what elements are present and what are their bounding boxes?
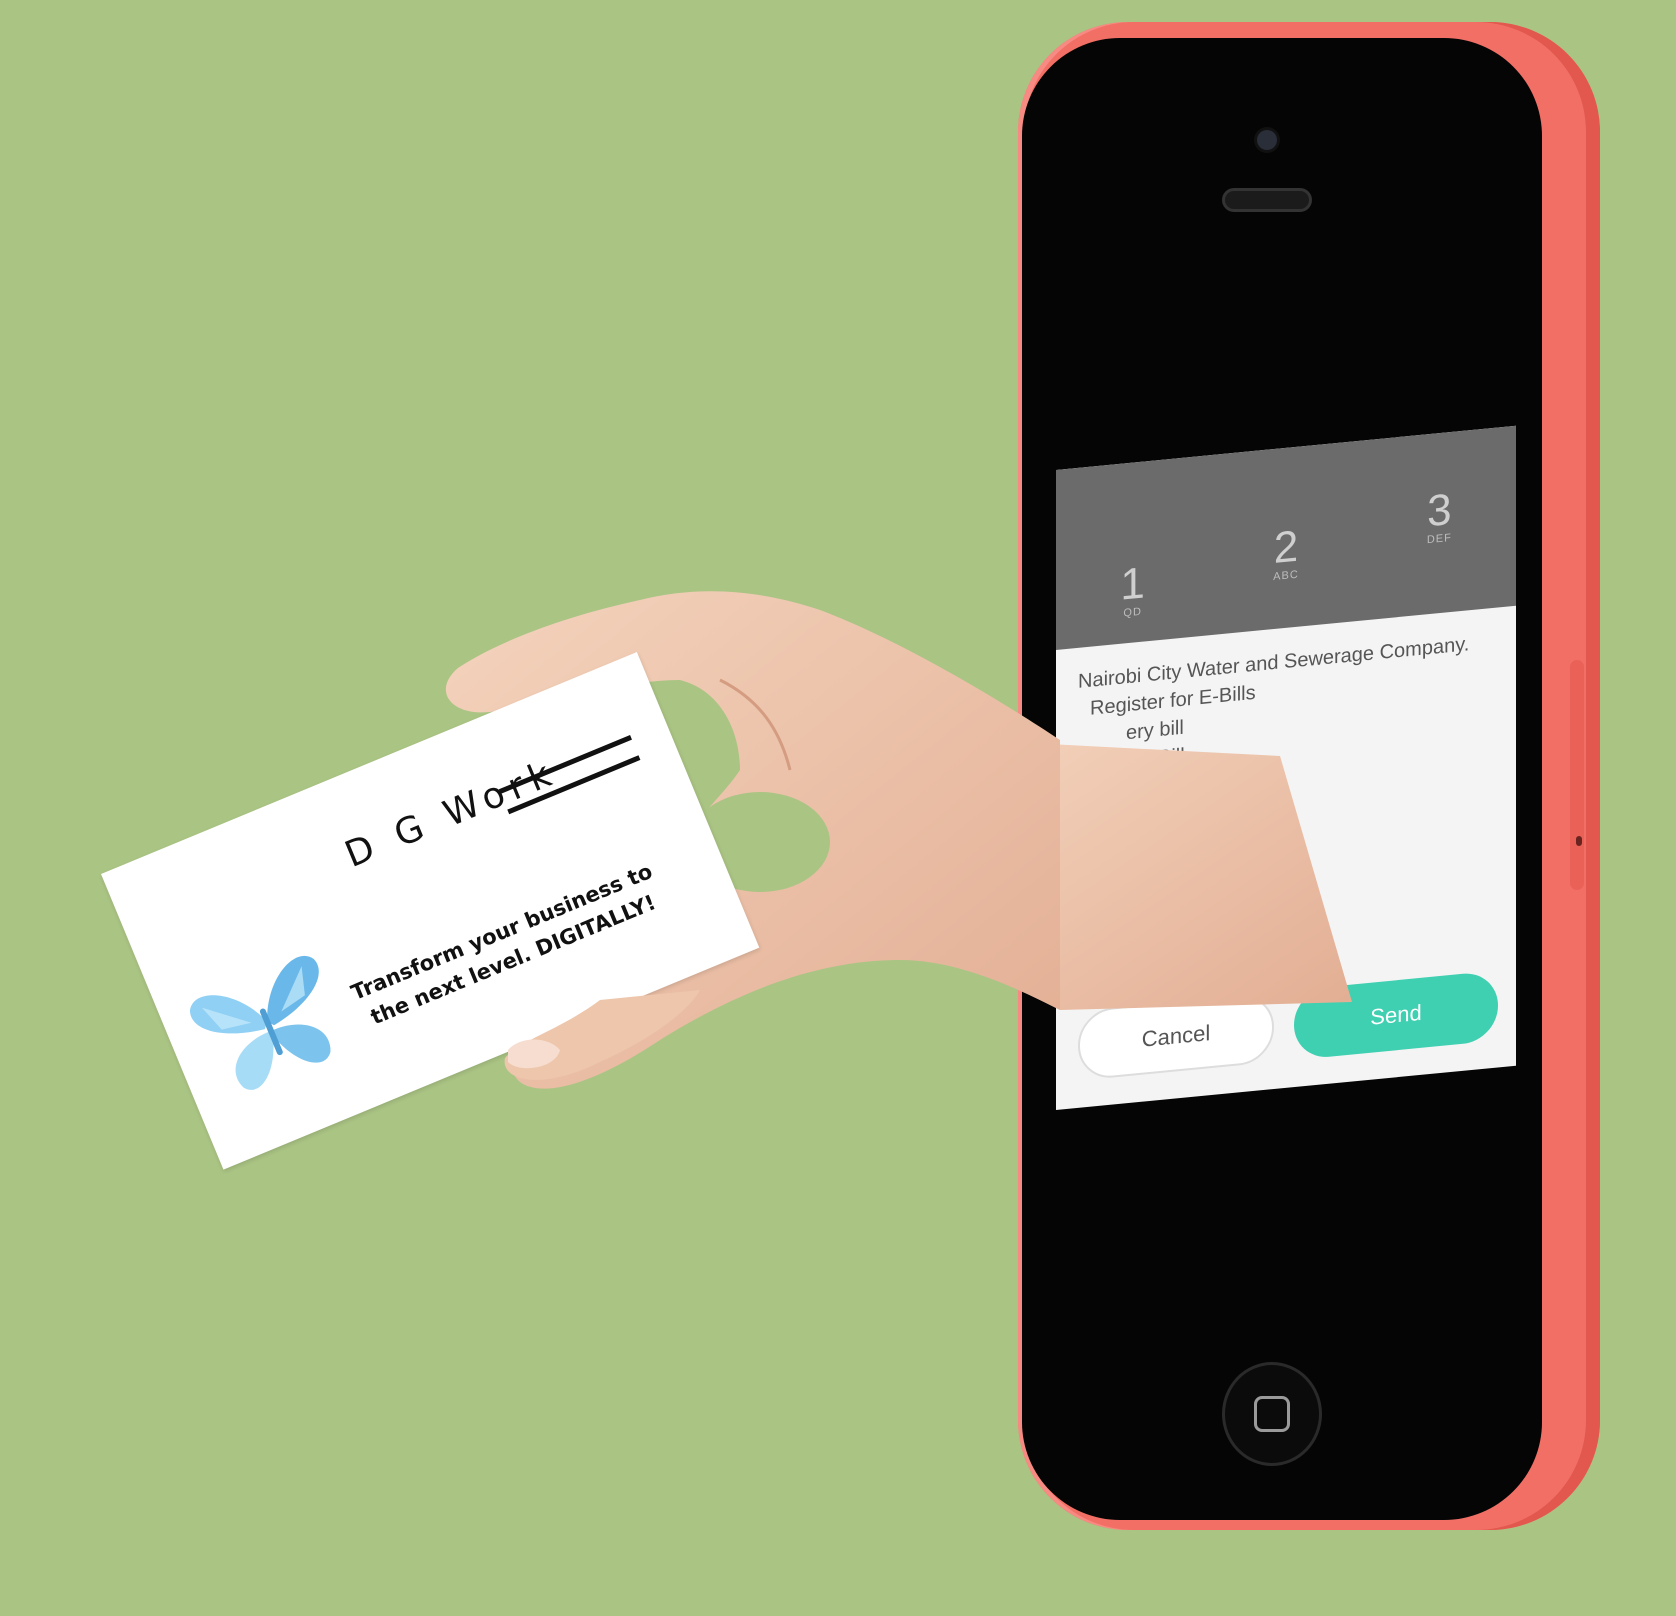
card-company-name: D G Work (339, 751, 564, 876)
hand-illustration (445, 591, 1352, 1089)
scene: 1 QD 2 ABC 3 DEF Nairobi City Water and … (0, 0, 1676, 1616)
